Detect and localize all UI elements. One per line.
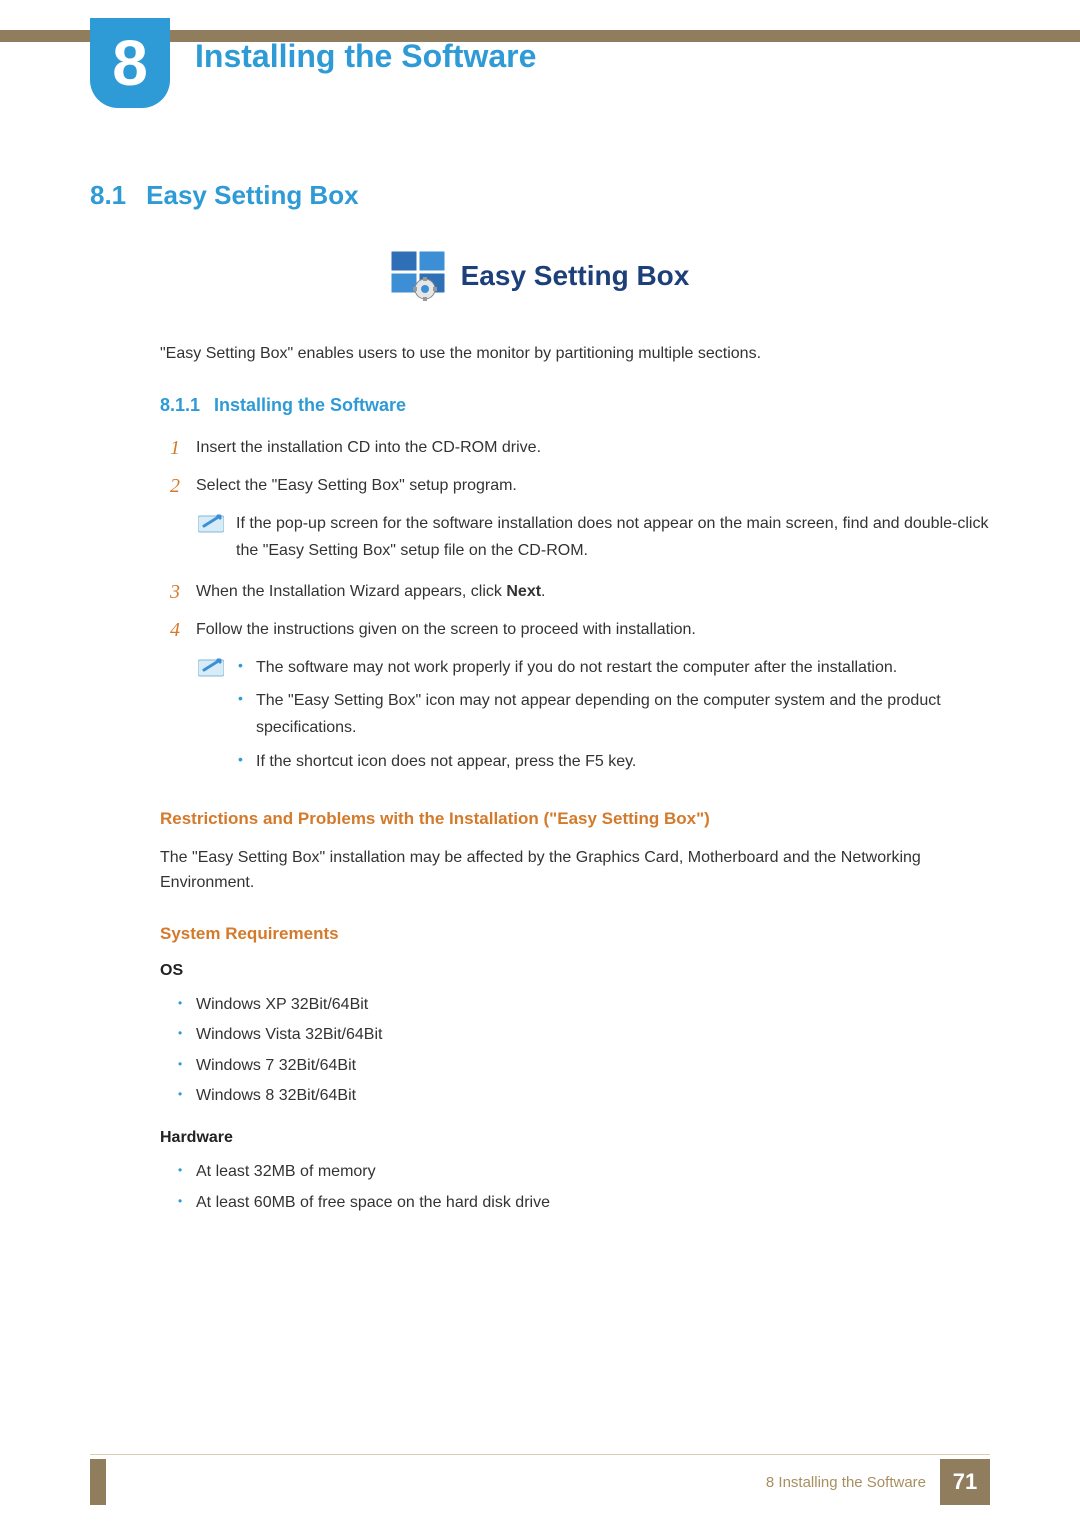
page-footer: 8 Installing the Software 71 bbox=[766, 1459, 990, 1505]
os-label: OS bbox=[160, 962, 990, 980]
step-text: Select the "Easy Setting Box" setup prog… bbox=[196, 472, 990, 499]
footer-page-number: 71 bbox=[953, 1469, 977, 1495]
product-name: Easy Setting Box bbox=[461, 260, 690, 292]
footer-left-stripe bbox=[90, 1459, 106, 1505]
footer-chapter-ref: 8 Installing the Software bbox=[766, 1474, 926, 1491]
step-text-post: . bbox=[541, 583, 545, 600]
step-number: 2 bbox=[170, 472, 196, 500]
step-3: 3 When the Installation Wizard appears, … bbox=[170, 578, 990, 606]
list-item: At least 32MB of memory bbox=[178, 1157, 990, 1187]
step-text-pre: When the Installation Wizard appears, cl… bbox=[196, 583, 506, 600]
section-heading: 8.1 Easy Setting Box bbox=[90, 180, 990, 211]
step-2: 2 Select the "Easy Setting Box" setup pr… bbox=[170, 472, 990, 500]
note-icon bbox=[198, 512, 224, 534]
step-1: 1 Insert the installation CD into the CD… bbox=[170, 434, 990, 462]
chapter-badge: 8 bbox=[90, 18, 170, 108]
note-block: If the pop-up screen for the software in… bbox=[198, 510, 990, 564]
page-content: 8.1 Easy Setting Box Easy Setting Box "Ea… bbox=[90, 180, 990, 1218]
hardware-label: Hardware bbox=[160, 1129, 990, 1147]
list-item: Windows 7 32Bit/64Bit bbox=[178, 1051, 990, 1081]
list-item: At least 60MB of free space on the hard … bbox=[178, 1188, 990, 1218]
note-icon bbox=[198, 656, 224, 678]
step-text: When the Installation Wizard appears, cl… bbox=[196, 578, 990, 605]
step-number: 4 bbox=[170, 616, 196, 644]
sysreq-heading: System Requirements bbox=[160, 924, 990, 944]
list-item: Windows 8 32Bit/64Bit bbox=[178, 1081, 990, 1111]
step-text: Follow the instructions given on the scr… bbox=[196, 616, 990, 643]
note-bullets: The software may not work properly if yo… bbox=[236, 654, 990, 781]
footer-page-box: 71 bbox=[940, 1459, 990, 1505]
note-bullet: If the shortcut icon does not appear, pr… bbox=[236, 748, 990, 775]
step-text: Insert the installation CD into the CD-R… bbox=[196, 434, 990, 461]
intro-paragraph: "Easy Setting Box" enables users to use … bbox=[160, 341, 990, 367]
os-list: Windows XP 32Bit/64Bit Windows Vista 32B… bbox=[160, 990, 990, 1112]
section-number: 8.1 bbox=[90, 180, 126, 210]
note-bullet: The "Easy Setting Box" icon may not appe… bbox=[236, 687, 990, 741]
section-title: Easy Setting Box bbox=[146, 180, 358, 210]
step-4: 4 Follow the instructions given on the s… bbox=[170, 616, 990, 644]
step-text-bold: Next bbox=[506, 583, 541, 600]
step-number: 1 bbox=[170, 434, 196, 462]
subsection-title: Installing the Software bbox=[214, 395, 406, 415]
chapter-number: 8 bbox=[112, 26, 148, 100]
restrictions-heading: Restrictions and Problems with the Insta… bbox=[160, 809, 990, 829]
note-block: The software may not work properly if yo… bbox=[198, 654, 990, 781]
note-text: If the pop-up screen for the software in… bbox=[236, 510, 990, 564]
subsection-heading: 8.1.1 Installing the Software bbox=[160, 395, 990, 416]
step-number: 3 bbox=[170, 578, 196, 606]
restrictions-text: The "Easy Setting Box" installation may … bbox=[160, 845, 990, 896]
list-item: Windows XP 32Bit/64Bit bbox=[178, 990, 990, 1020]
footer-rule bbox=[90, 1454, 990, 1455]
hardware-list: At least 32MB of memory At least 60MB of… bbox=[160, 1157, 990, 1218]
easy-setting-box-icon bbox=[391, 251, 447, 301]
chapter-title: Installing the Software bbox=[195, 38, 536, 75]
note-bullet: The software may not work properly if yo… bbox=[236, 654, 990, 681]
list-item: Windows Vista 32Bit/64Bit bbox=[178, 1020, 990, 1050]
subsection-number: 8.1.1 bbox=[160, 395, 200, 415]
product-logo: Easy Setting Box bbox=[90, 251, 990, 301]
